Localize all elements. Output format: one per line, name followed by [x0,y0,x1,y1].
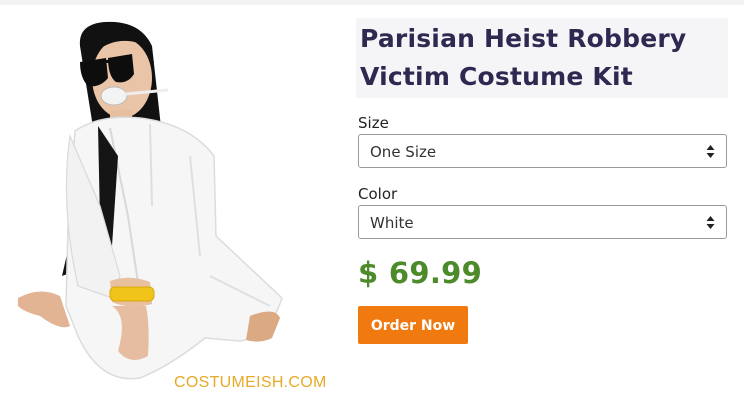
product-image: COSTUMEISH.COM [0,6,340,401]
size-select[interactable]: One Size [358,134,727,168]
costume-model-illustration [18,21,283,380]
image-watermark: COSTUMEISH.COM [174,374,327,391]
order-now-button[interactable]: Order Now [358,306,468,344]
product-title-line2: Victim Costume Kit [360,62,633,91]
color-select-value: White [370,214,414,232]
sort-arrows-icon [706,145,715,158]
size-select-value: One Size [370,143,437,161]
product-title: Parisian Heist Robbery Victim Costume Ki… [360,20,686,96]
product-title-line1: Parisian Heist Robbery [360,24,687,53]
product-title-box: Parisian Heist Robbery Victim Costume Ki… [356,18,728,98]
sort-arrows-icon [706,216,715,229]
size-label: Size [358,114,389,132]
product-price: $ 69.99 [358,256,483,290]
top-strip [0,0,744,5]
color-label: Color [358,185,398,203]
color-select[interactable]: White [358,205,727,239]
